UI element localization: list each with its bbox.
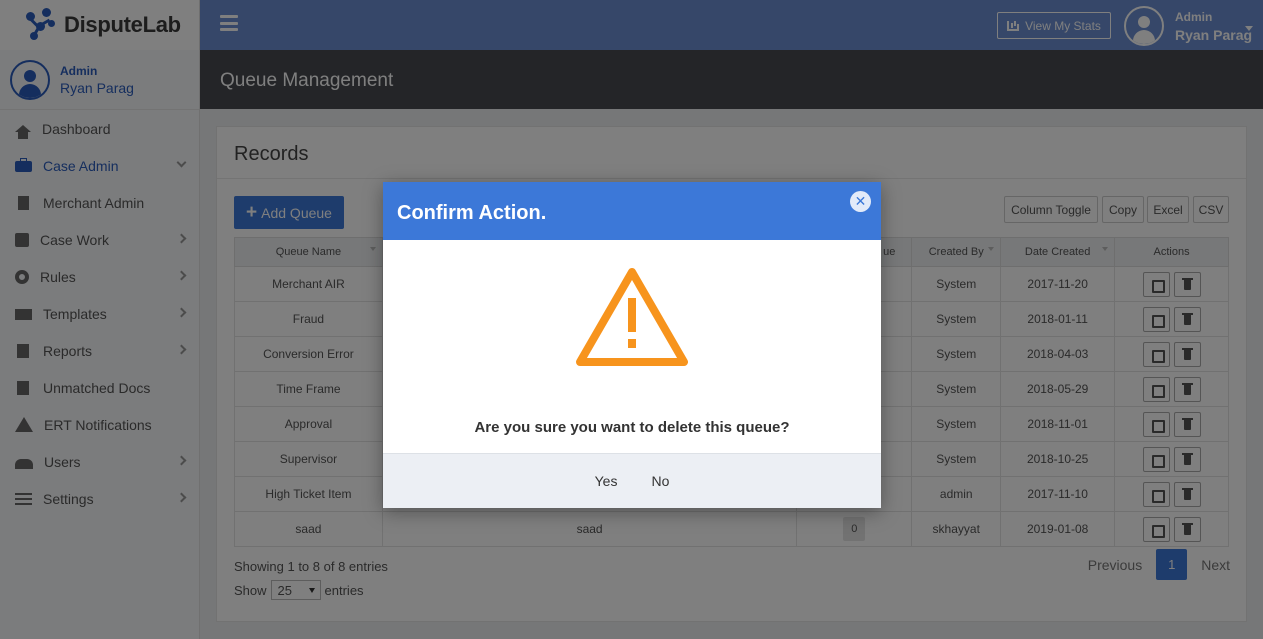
dialog-message: Are you sure you want to delete this que… bbox=[474, 419, 790, 436]
confirm-dialog: Confirm Action. ✕ Are you sure you want … bbox=[383, 182, 881, 508]
no-button[interactable]: No bbox=[651, 473, 669, 489]
dialog-header: Confirm Action. ✕ bbox=[383, 182, 881, 240]
warning-triangle-icon bbox=[576, 268, 688, 366]
dialog-footer: Yes No bbox=[383, 453, 881, 508]
close-icon[interactable]: ✕ bbox=[850, 191, 871, 212]
yes-button[interactable]: Yes bbox=[595, 473, 618, 489]
dialog-title: Confirm Action. bbox=[397, 202, 547, 224]
